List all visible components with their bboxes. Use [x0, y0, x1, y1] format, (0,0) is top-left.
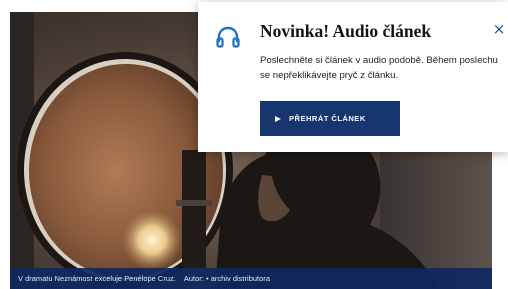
audio-article-popup: Novinka! Audio článek × Poslechněte si č…	[198, 2, 508, 152]
photo-credit: Autor: • archiv distributora	[183, 274, 270, 283]
article-page: V dramatu Neznámost exceluje Penélope Cr…	[0, 0, 508, 289]
close-icon[interactable]: ×	[492, 22, 506, 37]
play-icon	[275, 115, 281, 122]
popup-description: Poslechněte si článek v audio podobě. Bě…	[260, 55, 498, 81]
photo-caption-text: V dramatu Neznámost exceluje Penélope Cr…	[18, 274, 176, 283]
popup-title: Novinka! Audio článek	[260, 21, 432, 41]
photo-caption-bar: V dramatu Neznámost exceluje Penélope Cr…	[10, 268, 492, 289]
play-button-label: PŘEHRÁT ČLÁNEK	[289, 114, 366, 123]
play-article-button[interactable]: PŘEHRÁT ČLÁNEK	[260, 101, 400, 136]
headphones-icon	[216, 26, 240, 48]
